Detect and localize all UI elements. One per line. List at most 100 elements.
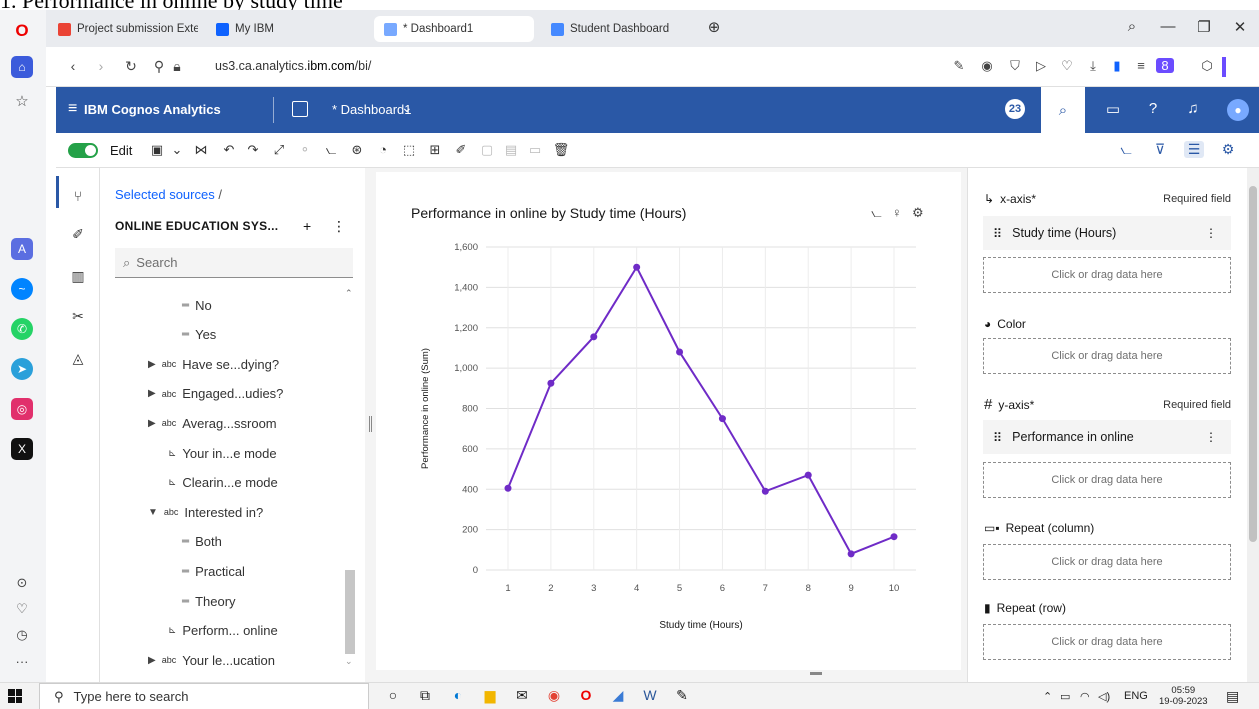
whatsapp-icon[interactable]: ✆ xyxy=(11,318,33,340)
file-explorer-icon[interactable]: ▆ xyxy=(480,687,500,705)
system-clock[interactable]: 05:59 19-09-2023 xyxy=(1159,685,1208,707)
select-area-icon[interactable]: ⬚ xyxy=(400,142,418,158)
tree-item[interactable]: ▶ abc Averag...ssroom xyxy=(148,412,277,434)
assistant-icon[interactable]: ◬ xyxy=(68,350,88,370)
save-icon[interactable]: ▣ xyxy=(148,142,166,158)
chevron-down-icon[interactable]: ⌄ xyxy=(401,99,413,116)
search-icon[interactable]: ⌕ xyxy=(1041,87,1085,133)
tree-item[interactable]: ⊾ Perform... online xyxy=(168,620,278,642)
camera-icon[interactable]: ◉ xyxy=(978,58,996,74)
tree-scroll-thumb[interactable] xyxy=(345,570,355,654)
breadcrumb-link[interactable]: Selected sources xyxy=(115,187,215,202)
widget-icon[interactable]: ⊛ xyxy=(348,142,366,158)
y-axis-drop-zone[interactable]: Click or drag data here xyxy=(983,462,1231,498)
visualization-icon[interactable]: ⦦ xyxy=(322,142,340,158)
expand-icon[interactable]: ⤢ xyxy=(270,142,288,158)
chat-icon[interactable]: ▭ xyxy=(1103,100,1123,118)
tree-item[interactable]: ═ Theory xyxy=(182,590,236,612)
link-icon[interactable]: ⚬ xyxy=(296,142,314,158)
panel-resize-handle[interactable] xyxy=(369,416,372,432)
pin-panel-icon[interactable]: ✐ xyxy=(68,226,88,246)
edge-icon[interactable]: ◐ xyxy=(448,687,468,705)
task-view-icon[interactable]: ⧉ xyxy=(415,687,435,705)
chrome-icon[interactable]: ◉ xyxy=(544,687,564,705)
redo-icon[interactable]: ↷ xyxy=(244,142,262,158)
tree-item[interactable]: ⊾ Clearin...e mode xyxy=(168,472,278,494)
tree-item[interactable]: ═ No xyxy=(182,294,212,316)
undo-icon[interactable]: ↶ xyxy=(220,142,238,158)
caret-right-icon[interactable]: ▶ xyxy=(148,655,156,666)
share-icon[interactable]: ⋈ xyxy=(192,142,210,158)
new-tab-plus-icon[interactable]: ⊕ xyxy=(702,18,726,36)
heart-outline-icon[interactable]: ♡ xyxy=(1058,58,1076,74)
app-icon[interactable]: ◢ xyxy=(608,687,628,705)
dashboard-title[interactable]: * Dashboard1 xyxy=(332,102,412,117)
wifi-icon[interactable]: ◠ xyxy=(1080,690,1090,703)
avatar[interactable]: ● xyxy=(1227,99,1249,121)
tray-chevron-icon[interactable]: ⌃ xyxy=(1043,690,1052,703)
x-axis-field[interactable]: ⠿ Study time (Hours) ⋮ xyxy=(983,216,1231,250)
y-axis-field[interactable]: ⠿ Performance in online ⋮ xyxy=(983,420,1231,454)
tab-student-dashboard[interactable]: Student Dashboard xyxy=(541,16,701,42)
notifications-icon[interactable]: ▤ xyxy=(1226,688,1239,705)
caret-down-icon[interactable]: ▼ xyxy=(148,507,158,518)
color-drop-zone[interactable]: Click or drag data here xyxy=(983,338,1231,374)
back-icon[interactable]: ‹ xyxy=(64,58,82,74)
history-icon[interactable]: ◷ xyxy=(11,624,33,646)
easy-setup-icon[interactable]: ≡ xyxy=(1132,58,1150,73)
copy-icon[interactable]: ▢ xyxy=(478,142,496,158)
play-icon[interactable]: ▷ xyxy=(1032,58,1050,74)
add-source-icon[interactable]: + xyxy=(303,218,311,234)
telegram-icon[interactable]: ➤ xyxy=(11,358,33,380)
paste-icon[interactable]: ▤ xyxy=(502,142,520,158)
properties-icon[interactable]: ⚙ xyxy=(1218,141,1238,158)
drag-handle-icon[interactable]: ⠿ xyxy=(993,226,1002,241)
edit-page-icon[interactable]: ✎ xyxy=(950,58,968,74)
aria-icon[interactable]: A xyxy=(11,238,33,260)
tab-search-icon[interactable]: ⌕ xyxy=(1120,18,1144,35)
fields-scroll-thumb[interactable] xyxy=(1249,186,1257,542)
caret-right-icon[interactable]: ▶ xyxy=(148,359,156,370)
edit-mode-toggle[interactable] xyxy=(68,143,98,158)
x-axis-drop-zone[interactable]: Click or drag data here xyxy=(983,257,1231,293)
visualizations-icon[interactable]: ▥ xyxy=(68,268,88,288)
taskbar-search-input[interactable]: ⚲ Type here to search xyxy=(39,683,369,709)
more-icon[interactable]: ··· xyxy=(11,650,33,672)
mail-icon[interactable]: ✉ xyxy=(512,687,532,705)
tree-item[interactable]: ═ Both xyxy=(182,531,222,553)
extensions-icon[interactable]: ⬡ xyxy=(1198,58,1216,74)
repeat-column-drop-zone[interactable]: Click or drag data here xyxy=(983,544,1231,580)
url-field[interactable]: us3.ca.analytics.ibm.com/bi/ xyxy=(215,59,371,73)
word-icon[interactable]: W xyxy=(640,687,660,705)
duplicate-icon[interactable]: ▭ xyxy=(526,142,544,158)
restore-icon[interactable]: ❐ xyxy=(1192,18,1216,36)
breadcrumb[interactable]: Selected sources / xyxy=(115,187,222,202)
pin-icon[interactable]: ✐ xyxy=(452,142,470,158)
reload-icon[interactable]: ↻ xyxy=(122,58,140,75)
messenger-icon[interactable]: ~ xyxy=(11,278,33,300)
scroll-down-icon[interactable]: ⌄ xyxy=(345,656,353,667)
tab-my-ibm[interactable]: My IBM xyxy=(206,16,366,42)
tree-item[interactable]: ▶ abc Have se...dying? xyxy=(148,353,279,375)
tree-item[interactable]: ▶ abc Engaged...udies? xyxy=(148,383,283,405)
windows-start-icon[interactable] xyxy=(8,689,22,703)
tree-item[interactable]: ═ Practical xyxy=(182,560,245,582)
heart-icon[interactable]: ♡ xyxy=(11,598,33,620)
table-icon[interactable]: ⊞ xyxy=(426,142,444,158)
battery-icon[interactable]: ▮ xyxy=(1108,58,1126,74)
drag-handle-icon[interactable]: ⠿ xyxy=(993,430,1002,445)
shield-icon[interactable]: ⛉ xyxy=(1006,58,1024,74)
filter-icon[interactable]: ⊽ xyxy=(1150,141,1170,158)
tree-item[interactable]: ═ Yes xyxy=(182,324,216,346)
opera-logo-icon[interactable]: O xyxy=(11,20,33,42)
repeat-row-drop-zone[interactable]: Click or drag data here xyxy=(983,624,1231,660)
menu-hamburger-icon[interactable]: ≡ xyxy=(68,100,77,118)
scroll-up-icon[interactable]: ⌃ xyxy=(345,288,353,299)
opera-icon[interactable]: O xyxy=(576,687,596,705)
data-sources-icon[interactable]: ⑂ xyxy=(68,188,88,208)
canvas-resize-handle[interactable] xyxy=(810,672,822,675)
tree-item[interactable]: ▼ abc Interested in? xyxy=(148,501,263,523)
help-icon[interactable]: ? xyxy=(1143,100,1163,117)
close-window-icon[interactable]: ✕ xyxy=(1228,18,1252,36)
caret-right-icon[interactable]: ▶ xyxy=(148,388,156,399)
